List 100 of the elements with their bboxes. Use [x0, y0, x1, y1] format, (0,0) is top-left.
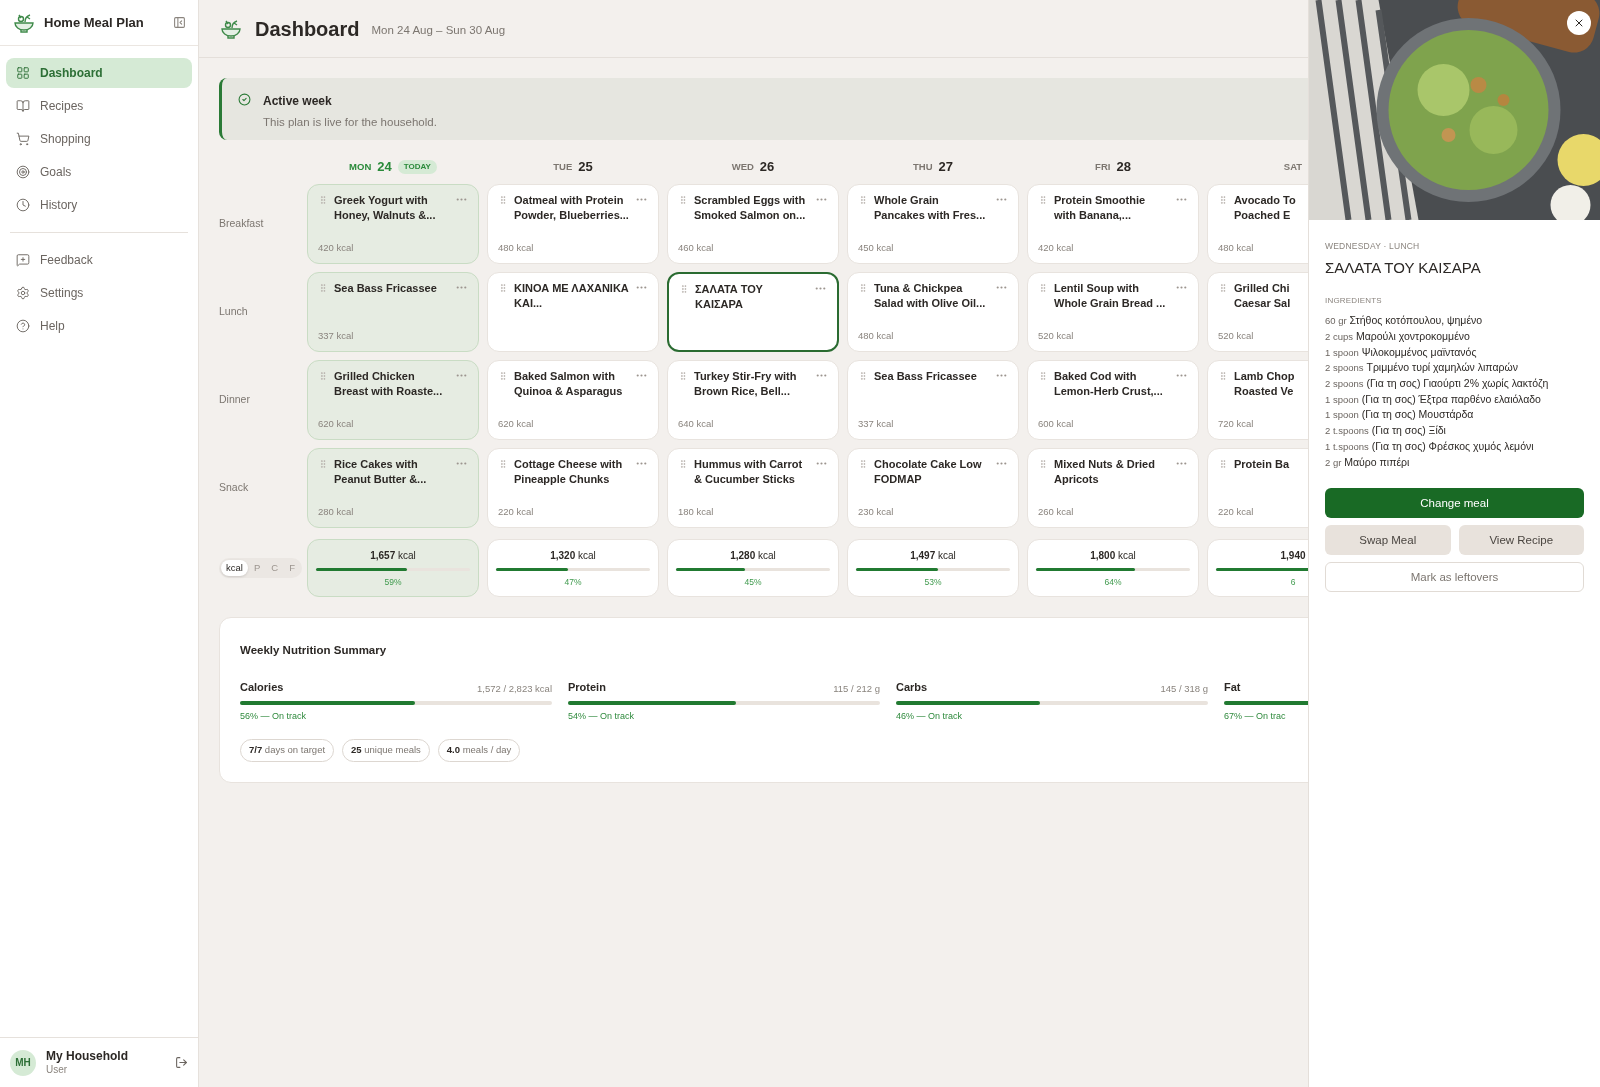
meal-card[interactable]: Mixed Nuts & Dried Apricots 260 kcal	[1027, 448, 1199, 528]
meal-title: Hummus with Carrot & Cucumber Sticks	[694, 457, 804, 487]
collapse-sidebar-icon[interactable]	[173, 16, 186, 29]
drag-handle-icon[interactable]	[318, 459, 328, 469]
drag-handle-icon[interactable]	[679, 284, 689, 294]
drag-handle-icon[interactable]	[1038, 195, 1048, 205]
day-date: 26	[759, 158, 775, 177]
meal-card[interactable]: Sea Bass Fricassee 337 kcal	[847, 360, 1019, 440]
drag-handle-icon[interactable]	[858, 371, 868, 381]
drag-handle-icon[interactable]	[1038, 459, 1048, 469]
metric-option[interactable]: kcal	[221, 559, 248, 577]
page-title: Dashboard	[255, 16, 360, 42]
drag-handle-icon[interactable]	[318, 371, 328, 381]
clock-icon	[16, 198, 30, 212]
meal-calories: 620 kcal	[498, 416, 535, 431]
day-date: 25	[578, 158, 593, 177]
meal-detail-title: ΣΑΛΑΤΑ ΤΟΥ ΚΑΙΣΑΡΑ	[1325, 257, 1482, 278]
meal-card[interactable]: ΣΑΛΑΤΑ ΤΟΥ ΚΑΙΣΑΡΑ	[667, 272, 839, 352]
meal-card[interactable]: Cottage Cheese with Pineapple Chunks 220 kcal	[487, 448, 659, 528]
meal-title: Baked Cod with Lemon-Herb Crust,...	[1054, 369, 1164, 399]
user-role: User	[46, 1063, 69, 1077]
ingredient: 60 gr Στήθος κοτόπουλου, ψημένο	[1325, 313, 1484, 329]
mark-leftovers-button[interactable]: Mark as leftovers	[1325, 562, 1584, 593]
drag-handle-icon[interactable]	[498, 195, 508, 205]
daily-percent: 64%	[1104, 575, 1122, 589]
meal-title: Greek Yogurt with Honey, Walnuts &...	[334, 193, 437, 223]
meal-card[interactable]: Lentil Soup with Whole Grain Bread ... 520 kcal	[1027, 272, 1199, 352]
target-icon	[16, 165, 30, 179]
sidebar-item[interactable]: Dashboard	[6, 58, 192, 88]
drag-handle-icon[interactable]	[1218, 371, 1228, 381]
drag-handle-icon[interactable]	[858, 459, 868, 469]
drag-handle-icon[interactable]	[858, 195, 868, 205]
meal-card[interactable]: Protein Smoothie with Banana,... 420 kcal	[1027, 184, 1199, 264]
meal-card[interactable]: Chocolate Cake Low FODMAP 230 kcal	[847, 448, 1019, 528]
drag-handle-icon[interactable]	[1218, 195, 1228, 205]
drag-handle-icon[interactable]	[858, 283, 868, 293]
meal-card[interactable]: Avocado To Poached E 480 kcal	[1207, 184, 1308, 264]
drag-handle-icon[interactable]	[678, 195, 688, 205]
help-icon	[16, 319, 30, 333]
sidebar-item[interactable]: Recipes	[6, 91, 192, 121]
meal-card[interactable]: Baked Salmon with Quinoa & Asparagus 620 kcal	[487, 360, 659, 440]
meal-calories: 337 kcal	[858, 416, 895, 431]
ingredient: 1 spoon (Για τη σος) Μουστάρδα	[1325, 407, 1475, 423]
change-meal-button[interactable]: Change meal	[1325, 488, 1584, 519]
meal-card[interactable]: Lamb Chop Roasted Ve 720 kcal	[1207, 360, 1308, 440]
meal-title: Avocado To Poached E	[1234, 193, 1297, 223]
sidebar-item[interactable]: History	[6, 190, 192, 220]
drag-handle-icon[interactable]	[678, 459, 688, 469]
meal-card[interactable]: Grilled Chi Caesar Sal 520 kcal	[1207, 272, 1308, 352]
meal-card[interactable]: Baked Cod with Lemon-Herb Crust,... 600 kcal	[1027, 360, 1199, 440]
day-date: 27	[938, 158, 953, 177]
meal-card[interactable]: Greek Yogurt with Honey, Walnuts &... 420 kcal	[307, 184, 479, 264]
drag-handle-icon[interactable]	[498, 459, 508, 469]
logout-icon[interactable]	[175, 1056, 188, 1069]
meal-card[interactable]: ΚΙΝΟΑ ΜΕ ΛΑΧΑΝΙΚΑ ΚΑΙ...	[487, 272, 659, 352]
meal-card[interactable]: Grilled Chicken Breast with Roaste... 620 kcal	[307, 360, 479, 440]
grid-icon	[16, 66, 30, 80]
sidebar-item[interactable]: Goals	[6, 157, 192, 187]
sidebar-item[interactable]: Help	[6, 311, 192, 341]
nutrient-status: 46% — On track	[896, 709, 964, 723]
day-name: MON	[349, 159, 372, 174]
sidebar-item[interactable]: Settings	[6, 278, 192, 308]
meal-calories: 220 kcal	[1218, 504, 1255, 519]
meal-title: Grilled Chicken Breast with Roaste...	[334, 369, 444, 399]
ingredient: 1 spoon (Για τη σος) Έξτρα παρθένο ελαιόλαδο	[1325, 391, 1542, 407]
meal-card[interactable]: Tuna & Chickpea Salad with Olive Oil... 480 kcal	[847, 272, 1019, 352]
meal-title: Protein Smoothie with Banana,...	[1054, 193, 1147, 223]
meal-card[interactable]: Whole Grain Pancakes with Fres... 450 kcal	[847, 184, 1019, 264]
drag-handle-icon[interactable]	[498, 283, 508, 293]
meal-calories: 450 kcal	[858, 240, 895, 255]
drag-handle-icon[interactable]	[1038, 283, 1048, 293]
secondary-button[interactable]: Swap Meal	[1325, 525, 1451, 556]
meal-calories: 420 kcal	[318, 240, 355, 255]
meal-card[interactable]: Oatmeal with Protein Powder, Blueberries... 480 kcal	[487, 184, 659, 264]
drag-handle-icon[interactable]	[1038, 371, 1048, 381]
drag-handle-icon[interactable]	[498, 371, 508, 381]
drag-handle-icon[interactable]	[1218, 283, 1228, 293]
secondary-button[interactable]: View Recipe	[1458, 525, 1584, 556]
meal-calories: 600 kcal	[1038, 416, 1075, 431]
daily-calories: 1,657 kcal	[370, 548, 416, 563]
meal-type-label: Snack	[219, 480, 249, 496]
meal-card[interactable]: Turkey Stir-Fry with Brown Rice, Bell... 640 kcal	[667, 360, 839, 440]
meal-calories: 640 kcal	[678, 416, 715, 431]
sidebar-item[interactable]: Shopping	[6, 124, 192, 154]
meal-card[interactable]: Rice Cakes with Peanut Butter &... 280 kcal	[307, 448, 479, 528]
sidebar-item[interactable]: Feedback	[6, 245, 192, 275]
meal-card[interactable]: Scrambled Eggs with Smoked Salmon on... 460 kcal	[667, 184, 839, 264]
meal-card[interactable]: Hummus with Carrot & Cucumber Sticks 180 kcal	[667, 448, 839, 528]
day-name: THU	[913, 159, 933, 174]
meal-title: Protein Ba	[1234, 457, 1291, 472]
meal-type-label: Breakfast	[219, 216, 264, 232]
drag-handle-icon[interactable]	[318, 283, 328, 293]
banner-text: This plan is live for the household.	[263, 115, 437, 130]
drag-handle-icon[interactable]	[318, 195, 328, 205]
drag-handle-icon[interactable]	[1218, 459, 1228, 469]
drag-handle-icon[interactable]	[678, 371, 688, 381]
meal-calories: 520 kcal	[1218, 328, 1255, 343]
meal-title: Lentil Soup with Whole Grain Bread ...	[1054, 281, 1167, 311]
meal-card[interactable]: Protein Ba 220 kcal	[1207, 448, 1308, 528]
meal-card[interactable]: Sea Bass Fricassee 337 kcal	[307, 272, 479, 352]
